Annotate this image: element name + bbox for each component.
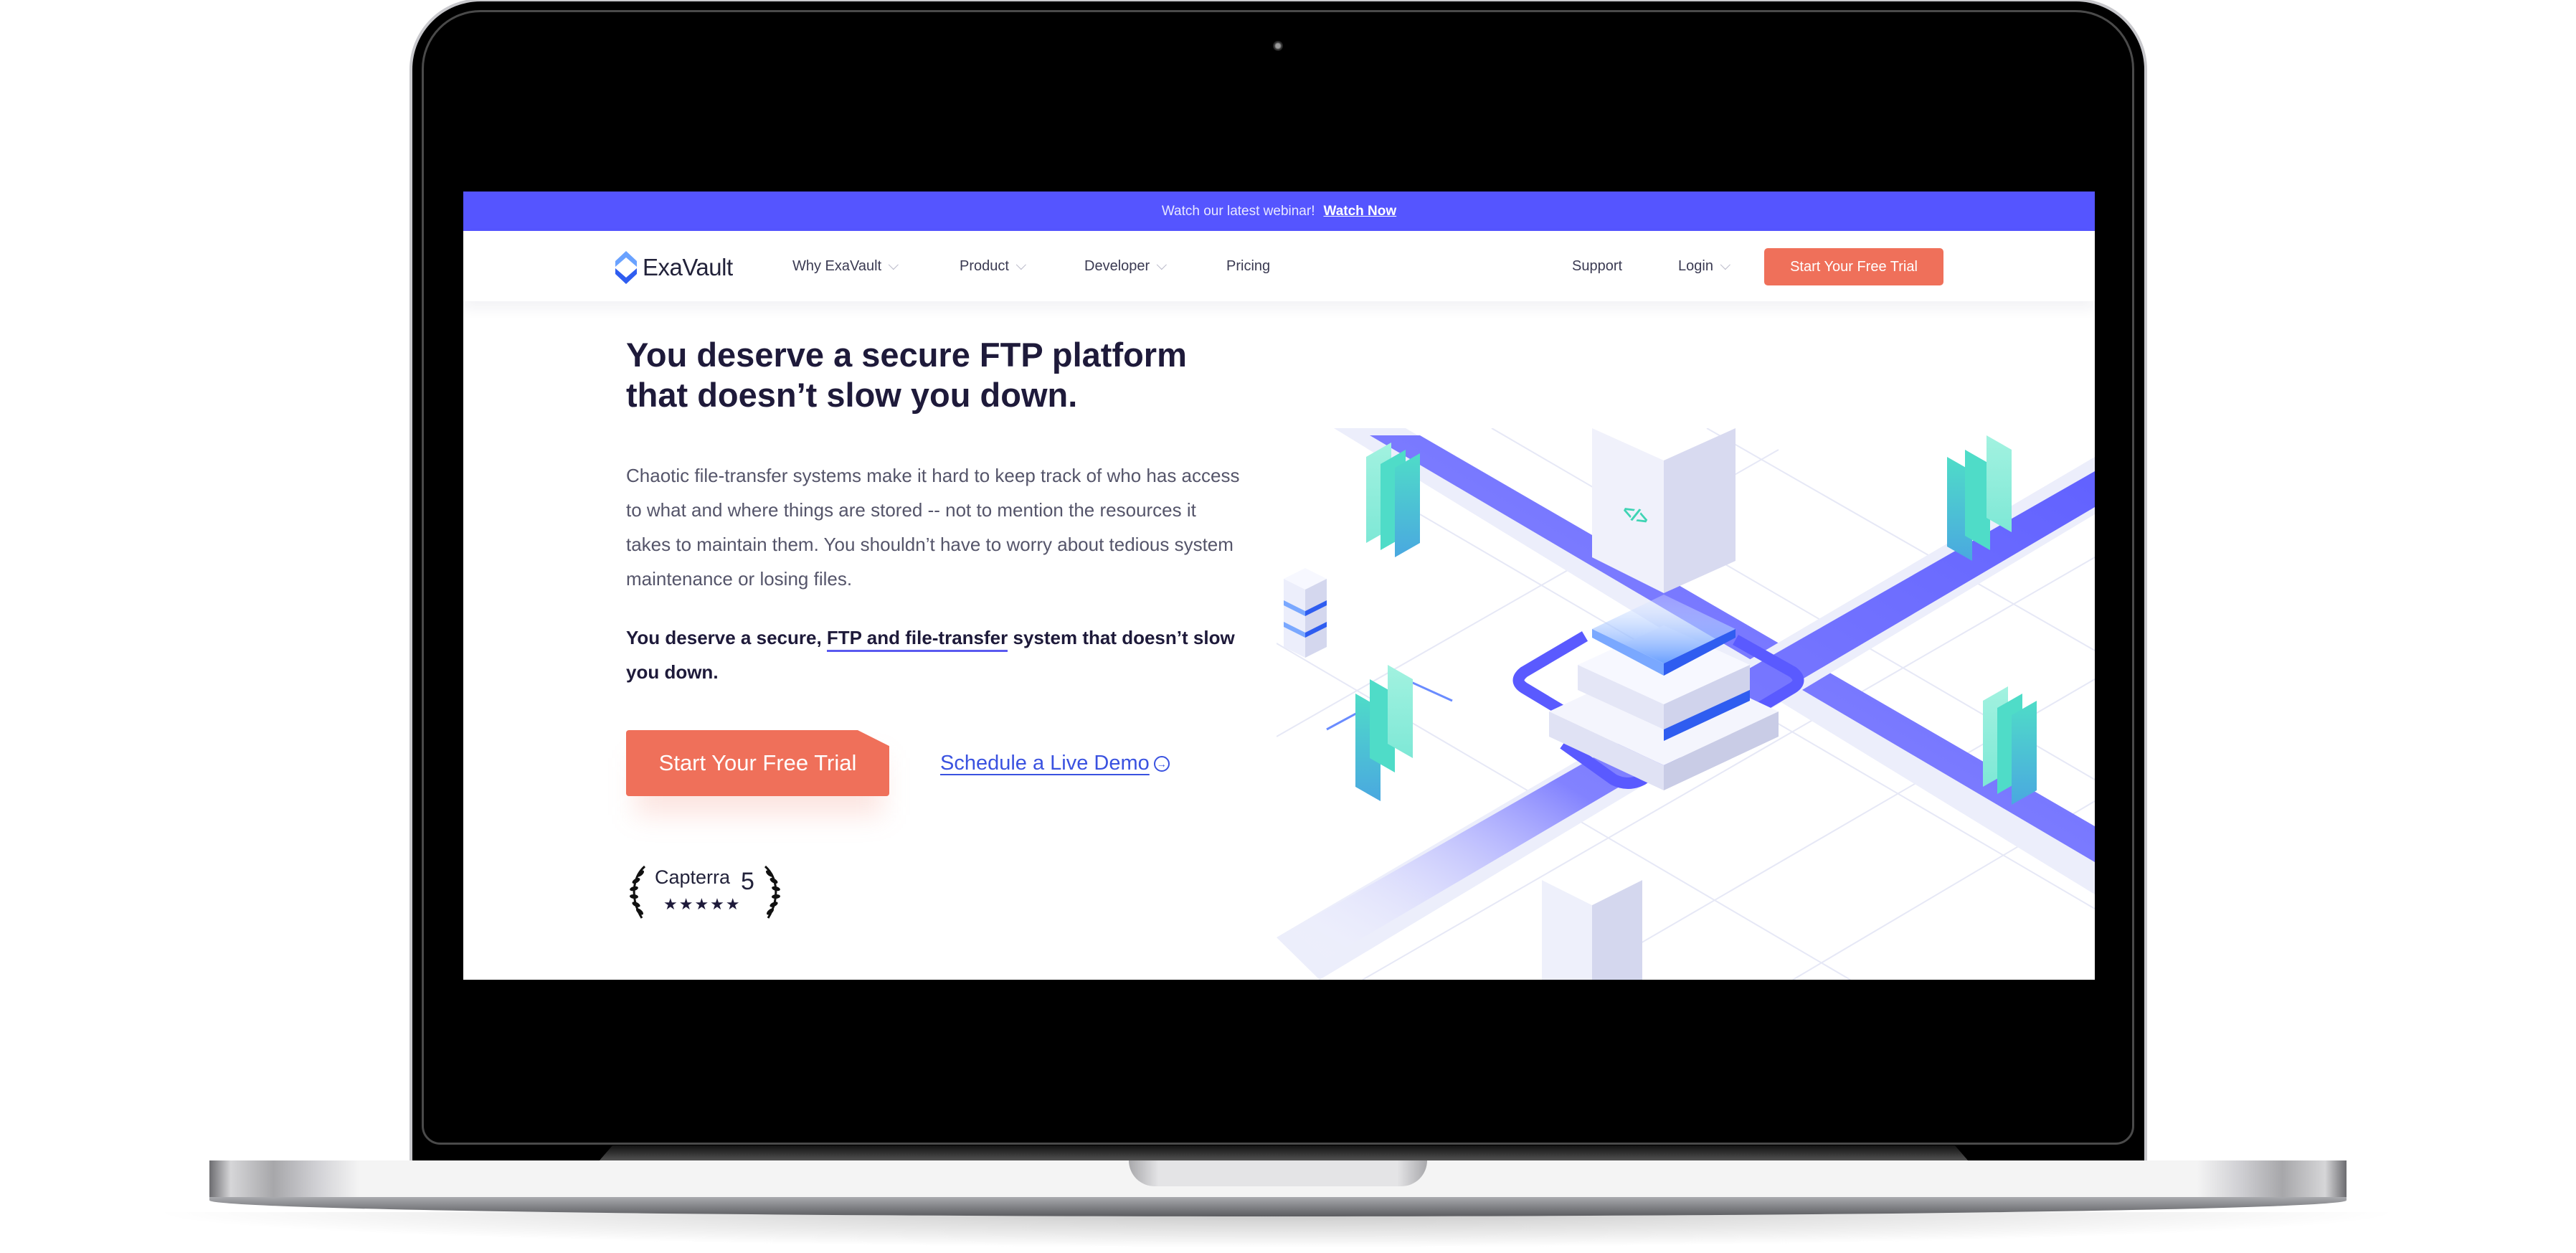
hero-title-line-2: that doesn’t slow you down. — [626, 376, 1078, 414]
laptop-notch — [1129, 1160, 1427, 1186]
star-rating-icon: ★★★★★ — [663, 895, 742, 913]
nav-product-label: Product — [960, 258, 1009, 274]
nav-why-exavault-label: Why ExaVault — [792, 258, 882, 274]
nav-product[interactable]: Product — [960, 258, 1026, 275]
announcement-banner: Watch our latest webinar! Watch Now — [463, 192, 2095, 231]
nav-start-free-trial-button[interactable]: Start Your Free Trial — [1764, 248, 1943, 285]
laptop-shadow — [143, 1212, 2410, 1248]
nav-pricing-label: Pricing — [1226, 258, 1271, 274]
nav-developer-label: Developer — [1084, 258, 1150, 274]
nav-support[interactable]: Support — [1572, 258, 1622, 275]
code-box-bottom-right — [1542, 855, 1642, 980]
laptop-screen: Watch our latest webinar! Watch Now ExaV… — [463, 192, 2095, 980]
file-stack-bottom-left — [1355, 665, 1413, 801]
nav-pricing[interactable]: Pricing — [1226, 258, 1270, 275]
arrow-right-circle-icon: → — [1153, 755, 1170, 772]
exavault-logo-icon — [615, 251, 637, 284]
hero-illustration: </> — [1277, 428, 2095, 980]
strong-text-before: You deserve a secure, — [626, 627, 827, 648]
laptop-hinge — [599, 1145, 1969, 1161]
laurel-left-icon — [630, 865, 646, 919]
ftp-file-transfer-link[interactable]: FTP and file-transfer — [826, 627, 1008, 652]
logo[interactable]: ExaVault — [615, 251, 733, 284]
chevron-down-icon — [888, 259, 899, 270]
webcam-icon — [1273, 41, 1283, 51]
chevron-down-icon — [1015, 259, 1026, 270]
capterra-score: 5 — [741, 868, 754, 895]
nav-why-exavault[interactable]: Why ExaVault — [792, 258, 899, 275]
laurel-right-icon — [764, 865, 780, 919]
schedule-live-demo-label: Schedule a Live Demo — [940, 752, 1150, 775]
hero-start-free-trial-button[interactable]: Start Your Free Trial — [626, 730, 889, 796]
capterra-label: Capterra — [655, 866, 731, 888]
logo-text: ExaVault — [643, 254, 733, 280]
nav-login[interactable]: Login — [1678, 258, 1730, 275]
chevron-down-icon — [1720, 259, 1730, 270]
capterra-rating-badge: Capterra 5 ★★★★★ — [626, 861, 784, 922]
hero-description: Chaotic file-transfer systems make it ha… — [626, 465, 1240, 590]
file-stack-top-left — [1366, 443, 1420, 557]
hero-title-line-1: You deserve a secure FTP platform — [626, 336, 1187, 374]
schedule-live-demo-link[interactable]: Schedule a Live Demo → — [940, 752, 1170, 775]
watch-now-link[interactable]: Watch Now — [1323, 204, 1396, 219]
nav-developer[interactable]: Developer — [1084, 258, 1168, 275]
main-nav: ExaVault Why ExaVault Product Developer … — [463, 231, 2095, 301]
server-stack — [1284, 568, 1327, 658]
nav-login-label: Login — [1678, 258, 1713, 274]
hero-title: You deserve a secure FTP platform that d… — [626, 335, 1214, 415]
banner-text: Watch our latest webinar! — [1161, 203, 1315, 219]
hero-strong-statement: You deserve a secure, FTP and file-trans… — [626, 620, 1257, 689]
chevron-down-icon — [1156, 259, 1168, 270]
nav-support-label: Support — [1572, 258, 1623, 274]
